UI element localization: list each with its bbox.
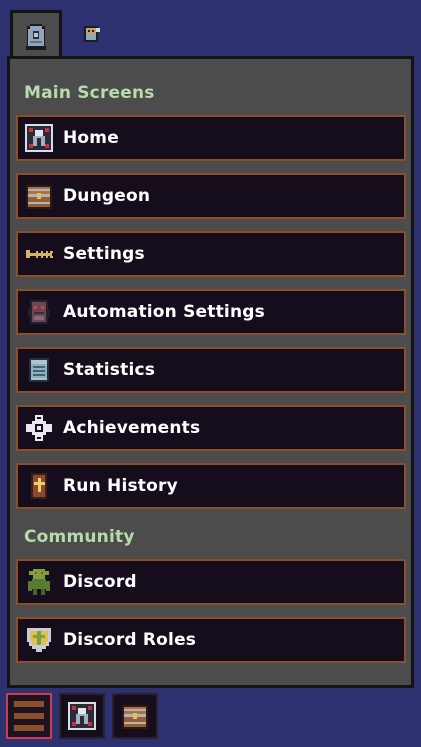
coffin-icon [31,473,47,499]
tab-character[interactable] [80,24,106,50]
goblin-icon [28,569,50,595]
wrench-icon [26,250,53,258]
menu-item-discord-roles[interactable]: Discord Roles [16,617,406,663]
menu-item-automation-settings[interactable]: Automation Settings [16,289,406,335]
menu-item-statistics[interactable]: Statistics [16,347,406,393]
scroll-icon [29,358,49,382]
menu-item-home[interactable]: Home [16,115,406,161]
section-title-community: Community [24,527,135,547]
menu-item-dungeon[interactable]: Dungeon [16,173,406,219]
menu-item-discord[interactable]: Discord [16,559,406,605]
menu-item-label: Dungeon [63,186,151,206]
home-icon [68,702,96,730]
menu-toggle-button[interactable] [6,693,52,739]
section-title-main: Main Screens [24,83,155,103]
menu-item-label: Run History [63,476,178,496]
robot-icon [28,300,50,324]
chest-icon [122,705,148,729]
menu-item-label: Home [63,128,119,148]
tab-gravestone[interactable] [10,10,62,62]
menu-item-settings[interactable]: Settings [16,231,406,277]
bottom-dungeon-button[interactable] [112,693,158,739]
tab-bar [10,10,120,62]
hamburger-menu-icon [14,701,44,707]
menu-item-achievements[interactable]: Achievements [16,405,406,451]
menu-item-label: Automation Settings [63,302,265,322]
chest-icon [26,185,52,209]
character-icon [84,26,100,42]
menu-item-run-history[interactable]: Run History [16,463,406,509]
shield-icon [27,628,51,652]
menu-item-label: Statistics [63,360,156,380]
menu-item-label: Discord Roles [63,630,197,650]
gravestone-icon [26,24,46,50]
home-icon [25,124,53,152]
medal-icon [26,415,52,441]
bottom-home-button[interactable] [59,693,105,739]
menu-item-label: Achievements [63,418,201,438]
menu-panel: Main Screens Home Dungeon Settings Autom… [7,56,414,688]
menu-item-label: Settings [63,244,145,264]
menu-item-label: Discord [63,572,137,592]
